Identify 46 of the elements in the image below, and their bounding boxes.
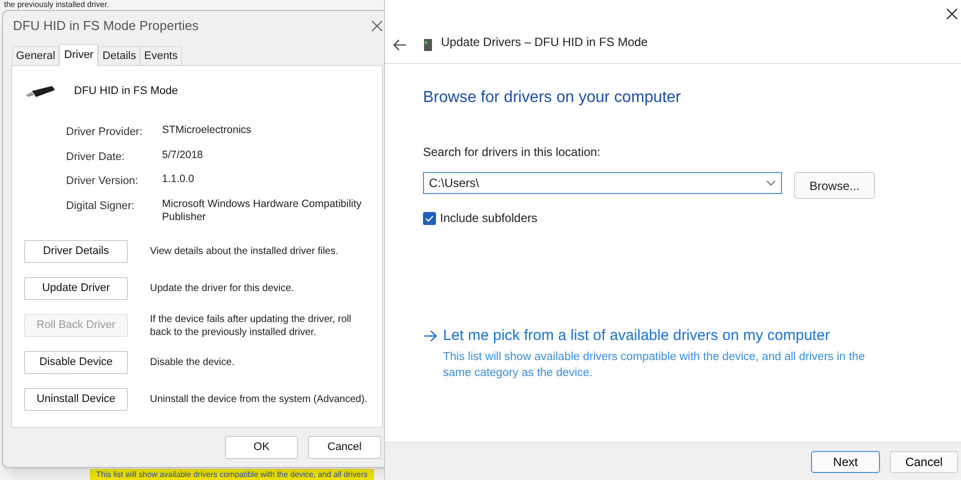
device-icon bbox=[423, 39, 433, 51]
close-icon[interactable] bbox=[946, 8, 958, 20]
dialog-title: DFU HID in FS Mode Properties bbox=[13, 17, 199, 36]
location-combo-box[interactable]: C:\Users\ bbox=[423, 172, 782, 194]
close-icon[interactable] bbox=[371, 20, 383, 32]
highlighted-text: This list will show available drivers compatible with the device, and all drivers bbox=[90, 469, 374, 480]
field-label: Driver Date: bbox=[66, 150, 126, 164]
arrow-right-icon bbox=[423, 330, 437, 342]
action-description: Update the driver for this device. bbox=[150, 282, 295, 295]
field-value: STMicroelectronics bbox=[162, 124, 252, 138]
page-heading: Browse for drivers on your computer bbox=[423, 88, 682, 108]
include-subfolders-checkbox[interactable] bbox=[423, 212, 436, 224]
browse-button[interactable]: Browse... bbox=[794, 172, 875, 199]
back-arrow-icon[interactable] bbox=[393, 39, 407, 51]
pick-driver-link[interactable]: Let me pick from a list of available drivers on my computer bbox=[443, 325, 893, 348]
action-button[interactable]: Disable Device bbox=[24, 351, 128, 374]
field-value: Microsoft Windows Hardware Compatibility Publisher bbox=[162, 198, 363, 224]
wizard-button[interactable]: Next bbox=[811, 450, 880, 472]
dialog-button[interactable]: Cancel bbox=[308, 436, 381, 459]
field-label: Digital Signer: bbox=[66, 198, 136, 214]
device-name: DFU HID in FS Mode bbox=[74, 84, 178, 99]
chevron-down-icon bbox=[766, 180, 776, 186]
window-title: Update Drivers – DFU HID in FS Mode bbox=[441, 34, 648, 51]
action-description: If the device fails after updating the driver, roll back to the previously installed driver. bbox=[150, 312, 352, 338]
field-value: 5/7/2018 bbox=[162, 148, 204, 162]
action-description: Disable the device. bbox=[150, 356, 236, 369]
action-button[interactable]: Update Driver bbox=[24, 277, 128, 300]
dialog-button[interactable]: OK bbox=[225, 436, 298, 459]
tab[interactable]: Events bbox=[140, 46, 182, 65]
field-label: Driver Version: bbox=[66, 174, 140, 189]
action-description: Uninstall the device from the system (Advanced). bbox=[150, 393, 368, 406]
tab[interactable]: Driver bbox=[59, 44, 98, 66]
field-label: Driver Provider: bbox=[66, 125, 144, 140]
checkmark-icon bbox=[425, 214, 434, 222]
action-description: View details about the installed driver files. bbox=[150, 245, 340, 258]
usb-plug-icon bbox=[24, 83, 56, 99]
action-button[interactable]: Driver Details bbox=[24, 240, 128, 263]
location-label: Search for drivers in this location: bbox=[423, 144, 602, 161]
wizard-button[interactable]: Cancel bbox=[890, 450, 958, 472]
link-description: This list will show available drivers compatible with the device, and all drivers in the same category as the device. bbox=[443, 350, 866, 380]
tab[interactable]: General bbox=[12, 46, 60, 65]
tab[interactable]: Details bbox=[98, 46, 140, 65]
background-text: the previously installed driver. bbox=[4, 0, 110, 9]
action-button[interactable]: Uninstall Device bbox=[24, 388, 128, 411]
checkbox-label: Include subfolders bbox=[440, 210, 538, 227]
field-value: 1.1.0.0 bbox=[162, 173, 196, 187]
